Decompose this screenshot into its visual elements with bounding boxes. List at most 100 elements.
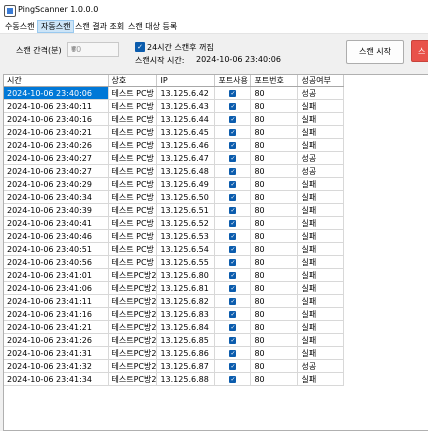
cell-port-use[interactable]: ✓ [214, 281, 252, 295]
column-header-name[interactable]: 상호 [108, 75, 158, 87]
cell-time[interactable]: 2024-10-06 23:40:27 [4, 151, 109, 165]
table-row[interactable]: 2024-10-06 23:41:31 테스트PC방2 13.125.6.86 ✓ 80… [4, 346, 345, 360]
cell-time[interactable]: 2024-10-06 23:40:46 [4, 229, 109, 243]
cell-name[interactable]: 테스트 PC방 [108, 86, 158, 100]
port-use-checkbox[interactable]: ✓ [229, 89, 237, 97]
menu-auto-scan[interactable]: 자동스캔 [37, 20, 75, 33]
cell-port-number[interactable]: 80 [250, 164, 299, 178]
column-header-ip[interactable]: IP [156, 75, 216, 87]
cell-port-number[interactable]: 80 [250, 138, 299, 152]
cell-port-use[interactable]: ✓ [214, 86, 252, 100]
cell-name[interactable]: 테스트PC방2 [108, 268, 158, 282]
cell-ip[interactable]: 13.125.6.54 [156, 242, 216, 256]
cell-result[interactable]: 실패 [297, 203, 345, 217]
port-use-checkbox[interactable]: ✓ [229, 141, 237, 149]
port-use-checkbox[interactable]: ✓ [229, 206, 237, 214]
cell-result[interactable]: 실패 [297, 242, 345, 256]
table-row[interactable]: 2024-10-06 23:41:06 테스트PC방2 13.125.6.81 ✓ 80… [4, 281, 345, 295]
table-row[interactable]: 2024-10-06 23:40:39 테스트 PC방 13.125.6.51 ✓ 80… [4, 203, 345, 217]
table-row[interactable]: 2024-10-06 23:40:26 테스트 PC방 13.125.6.46 ✓ 80… [4, 138, 345, 152]
table-row[interactable]: 2024-10-06 23:40:41 테스트 PC방 13.125.6.52 ✓ 80… [4, 216, 345, 230]
port-use-checkbox[interactable]: ✓ [229, 349, 237, 357]
table-row[interactable]: 2024-10-06 23:41:32 테스트PC방2 13.125.6.87 ✓ 80… [4, 359, 345, 373]
cell-name[interactable]: 테스트PC방2 [108, 320, 158, 334]
cell-ip[interactable]: 13.125.6.48 [156, 164, 216, 178]
cell-ip[interactable]: 13.125.6.43 [156, 99, 216, 113]
column-header-port-use[interactable]: 포트사용 [214, 75, 252, 87]
cell-port-number[interactable]: 80 [250, 294, 299, 308]
cell-name[interactable]: 테스트 PC방 [108, 99, 158, 113]
cell-port-number[interactable]: 80 [250, 333, 299, 347]
cell-time[interactable]: 2024-10-06 23:40:06 [4, 86, 109, 100]
table-row[interactable]: 2024-10-06 23:40:16 테스트 PC방 13.125.6.44 ✓ 80… [4, 112, 345, 126]
cell-port-number[interactable]: 80 [250, 112, 299, 126]
port-use-checkbox[interactable]: ✓ [229, 375, 237, 383]
cell-name[interactable]: 테스트 PC방 [108, 190, 158, 204]
cell-name[interactable]: 테스트PC방2 [108, 307, 158, 321]
cell-time[interactable]: 2024-10-06 23:40:27 [4, 164, 109, 178]
table-row[interactable]: 2024-10-06 23:41:16 테스트PC방2 13.125.6.83 ✓ 80… [4, 307, 345, 321]
cell-ip[interactable]: 13.125.6.83 [156, 307, 216, 321]
cell-port-number[interactable]: 80 [250, 190, 299, 204]
cell-time[interactable]: 2024-10-06 23:40:26 [4, 138, 109, 152]
cell-result[interactable]: 실패 [297, 268, 345, 282]
cell-port-number[interactable]: 80 [250, 216, 299, 230]
cell-time[interactable]: 2024-10-06 23:41:01 [4, 268, 109, 282]
cell-result[interactable]: 실패 [297, 320, 345, 334]
port-use-checkbox[interactable]: ✓ [229, 323, 237, 331]
cell-result[interactable]: 성공 [297, 86, 345, 100]
cell-port-use[interactable]: ✓ [214, 229, 252, 243]
cell-name[interactable]: 테스트PC방2 [108, 346, 158, 360]
port-use-checkbox[interactable]: ✓ [229, 102, 237, 110]
cell-result[interactable]: 실패 [297, 190, 345, 204]
column-header-time[interactable]: 시간 [4, 75, 109, 87]
cell-result[interactable]: 실패 [297, 177, 345, 191]
cell-result[interactable]: 실패 [297, 99, 345, 113]
cell-time[interactable]: 2024-10-06 23:40:11 [4, 99, 109, 113]
port-use-checkbox[interactable]: ✓ [229, 128, 237, 136]
port-use-checkbox[interactable]: ✓ [229, 180, 237, 188]
table-row[interactable]: 2024-10-06 23:41:01 테스트PC방2 13.125.6.80 ✓ 80… [4, 268, 345, 282]
port-use-checkbox[interactable]: ✓ [229, 115, 237, 123]
table-row[interactable]: 2024-10-06 23:40:11 테스트 PC방 13.125.6.43 ✓ 80… [4, 99, 345, 113]
cell-port-use[interactable]: ✓ [214, 164, 252, 178]
cell-time[interactable]: 2024-10-06 23:41:26 [4, 333, 109, 347]
cell-ip[interactable]: 13.125.6.49 [156, 177, 216, 191]
cell-time[interactable]: 2024-10-06 23:41:21 [4, 320, 109, 334]
cell-name[interactable]: 테스트 PC방 [108, 177, 158, 191]
cell-result[interactable]: 실패 [297, 138, 345, 152]
cell-time[interactable]: 2024-10-06 23:40:56 [4, 255, 109, 269]
cell-port-number[interactable]: 80 [250, 86, 299, 100]
port-use-checkbox[interactable]: ✓ [229, 297, 237, 305]
cell-ip[interactable]: 13.125.6.46 [156, 138, 216, 152]
port-use-checkbox[interactable]: ✓ [229, 154, 237, 162]
cell-ip[interactable]: 13.125.6.50 [156, 190, 216, 204]
cell-name[interactable]: 테스트PC방2 [108, 281, 158, 295]
cell-time[interactable]: 2024-10-06 23:40:51 [4, 242, 109, 256]
port-use-checkbox[interactable]: ✓ [229, 245, 237, 253]
cell-port-number[interactable]: 80 [250, 268, 299, 282]
table-row[interactable]: 2024-10-06 23:41:21 테스트PC방2 13.125.6.84 ✓ 80… [4, 320, 345, 334]
cell-time[interactable]: 2024-10-06 23:41:06 [4, 281, 109, 295]
cell-result[interactable]: 실패 [297, 372, 345, 386]
cell-result[interactable]: 실패 [297, 281, 345, 295]
cell-ip[interactable]: 13.125.6.88 [156, 372, 216, 386]
cell-ip[interactable]: 13.125.6.53 [156, 229, 216, 243]
cell-ip[interactable]: 13.125.6.80 [156, 268, 216, 282]
table-row[interactable]: 2024-10-06 23:40:56 테스트 PC방 13.125.6.55 ✓ 80… [4, 255, 345, 269]
cell-port-use[interactable]: ✓ [214, 307, 252, 321]
cell-name[interactable]: 테스트 PC방 [108, 112, 158, 126]
cell-name[interactable]: 테스트 PC방 [108, 255, 158, 269]
cell-time[interactable]: 2024-10-06 23:41:16 [4, 307, 109, 321]
interval-select[interactable]: 60 ▼ [67, 42, 119, 57]
cell-result[interactable]: 성공 [297, 151, 345, 165]
cell-port-use[interactable]: ✓ [214, 138, 252, 152]
menu-manual-scan[interactable]: 수동스캔 [2, 21, 37, 32]
cell-time[interactable]: 2024-10-06 23:40:41 [4, 216, 109, 230]
cell-time[interactable]: 2024-10-06 23:40:34 [4, 190, 109, 204]
cell-port-number[interactable]: 80 [250, 229, 299, 243]
cell-port-use[interactable]: ✓ [214, 320, 252, 334]
cell-result[interactable]: 실패 [297, 112, 345, 126]
cell-ip[interactable]: 13.125.6.42 [156, 86, 216, 100]
table-row[interactable]: 2024-10-06 23:40:21 테스트 PC방 13.125.6.45 ✓ 80… [4, 125, 345, 139]
